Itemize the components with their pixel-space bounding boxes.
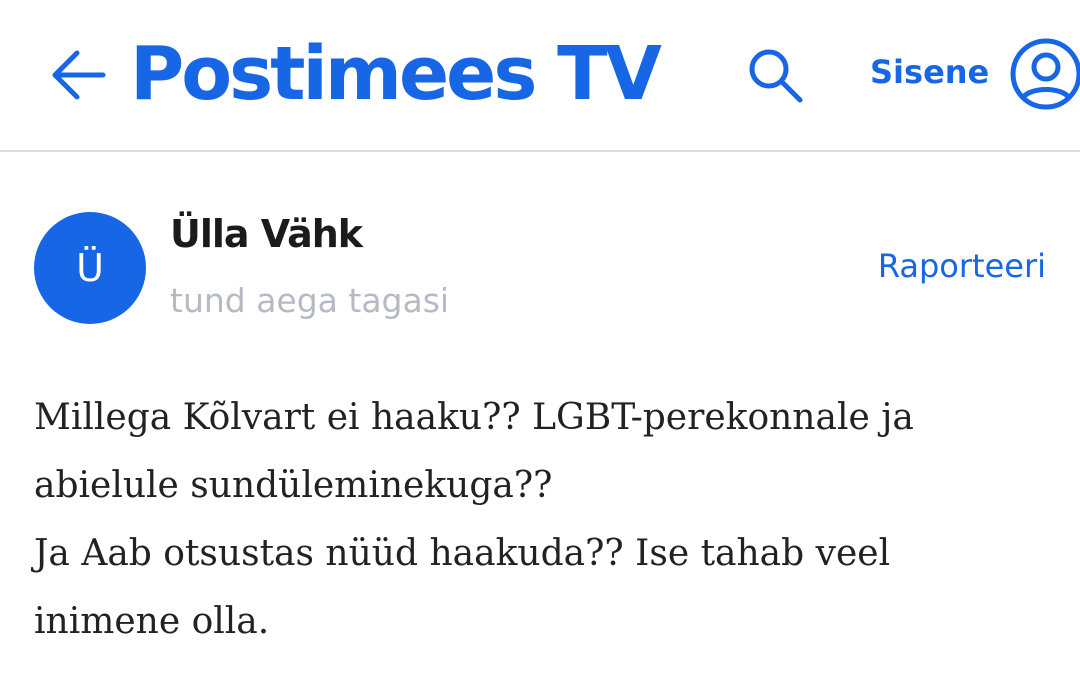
- comment-line: Millega Kõlvart ei haaku?? LGBT-perekonn…: [34, 397, 914, 438]
- login-link[interactable]: Sisene: [870, 50, 989, 94]
- search-button[interactable]: [740, 40, 810, 110]
- comment-text: Millega Kõlvart ei haaku?? LGBT-perekonn…: [34, 384, 1054, 656]
- top-bar: Postimees TV Sisene: [0, 0, 1080, 152]
- author-name[interactable]: Ülla Vähk: [170, 208, 363, 260]
- brand-logo[interactable]: Postimees TV: [130, 24, 662, 124]
- arrow-left-icon: [52, 50, 106, 100]
- back-button[interactable]: [44, 38, 114, 112]
- comment-timestamp: tund aega tagasi: [170, 281, 450, 320]
- account-button[interactable]: [1008, 34, 1080, 114]
- comment-line: abielule sundüleminekuga??: [34, 465, 553, 506]
- comment-line: Ja Aab otsustas nüüd haakuda?? Ise tahab…: [34, 533, 891, 574]
- user-circle-icon: [1010, 38, 1080, 110]
- avatar: Ü: [34, 212, 146, 324]
- comment-line: inimene olla.: [34, 601, 270, 642]
- page: Postimees TV Sisene Ü Ülla Vähk tund aeg…: [0, 0, 1080, 675]
- report-button[interactable]: Raporteeri: [878, 244, 1046, 288]
- search-icon: [749, 49, 803, 103]
